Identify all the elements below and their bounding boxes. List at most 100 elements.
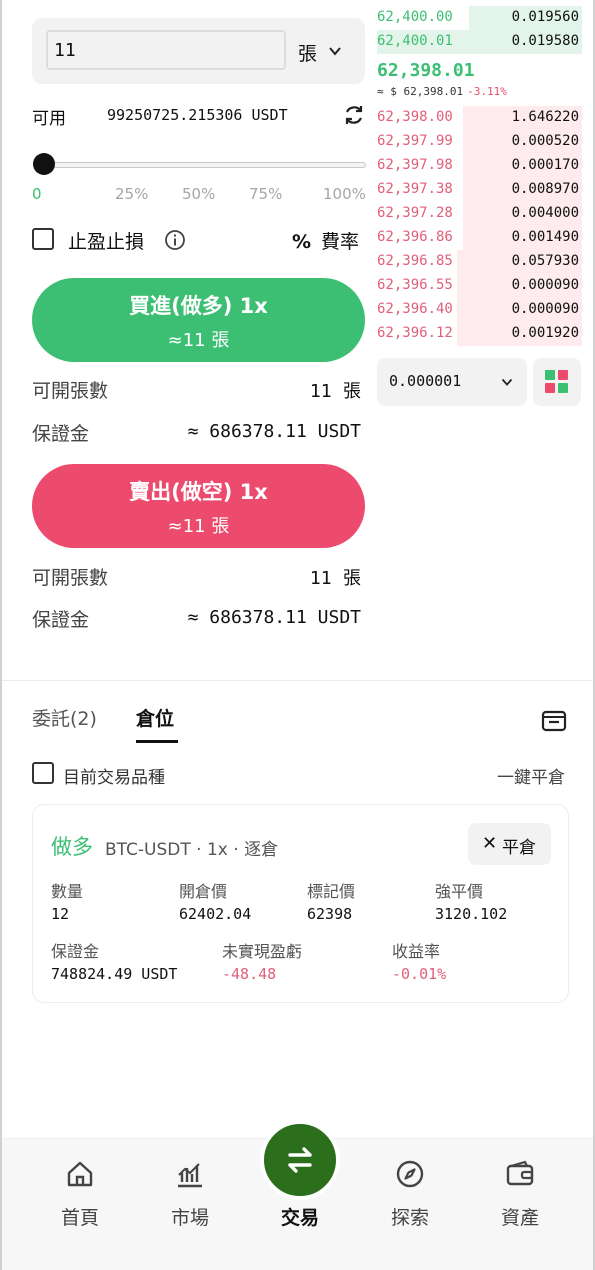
field-value: 62402.04 — [179, 905, 252, 923]
field-label: 未實現盈虧 — [222, 942, 303, 961]
tpsl-label[interactable]: 止盈止損 — [68, 227, 144, 254]
ask-size: 0.008970 — [511, 181, 579, 197]
order-book-layout-button[interactable] — [533, 358, 581, 406]
slider-mark-50[interactable]: 50% — [182, 185, 215, 203]
current-symbol-checkbox[interactable] — [32, 762, 54, 784]
quantity-input[interactable] — [46, 30, 286, 70]
nav-assets[interactable]: 資產 — [480, 1159, 560, 1230]
position-card: 做多 BTC-USDT · 1x · 逐倉 ✕ 平倉 數量 12 開倉價 624… — [32, 804, 569, 1003]
order-book-ask-row[interactable]: 62,397.28 0.004000 — [377, 202, 582, 226]
available-value: 99250725.215306 USDT — [107, 106, 288, 124]
order-book-bid-row[interactable]: 62,400.01 0.019580 — [377, 30, 582, 54]
nav-market-label: 市場 — [170, 1207, 209, 1229]
order-book-ask-row[interactable]: 62,397.99 0.000520 — [377, 130, 582, 154]
buy-long-button[interactable]: 買進(做多) 1x ≈11 張 — [32, 278, 365, 362]
buy-long-subtitle: ≈11 張 — [167, 330, 230, 351]
current-symbol-label[interactable]: 目前交易品種 — [63, 763, 165, 788]
nav-market[interactable]: 市場 — [150, 1159, 230, 1230]
order-book-ask-row[interactable]: 62,396.85 0.057930 — [377, 250, 582, 274]
leverage-slider-handle[interactable] — [33, 153, 55, 175]
ask-size: 0.000170 — [511, 157, 579, 173]
tab-positions[interactable]: 倉位 — [136, 704, 174, 731]
slider-mark-100[interactable]: 100% — [323, 185, 366, 203]
field-value: -48.48 — [222, 965, 277, 983]
bid-size: 0.019580 — [511, 33, 579, 49]
order-book-ask-row[interactable]: 62,396.86 0.001490 — [377, 226, 582, 250]
field-value: -0.01% — [392, 965, 447, 983]
nav-home[interactable]: 首頁 — [40, 1159, 120, 1230]
ask-price: 62,397.99 — [377, 133, 453, 149]
field-value: 3120.102 — [435, 905, 508, 923]
price-change: -3.11% — [467, 85, 507, 98]
buy-margin-label: 保證金 — [32, 423, 90, 445]
field-label: 強平價 — [435, 882, 484, 901]
close-position-button[interactable]: ✕ 平倉 — [468, 823, 551, 865]
nav-assets-label: 資產 — [500, 1207, 539, 1229]
field-label: 保證金 — [51, 942, 100, 961]
sell-openable-label: 可開張數 — [32, 567, 109, 589]
ask-size: 0.004000 — [511, 205, 579, 221]
available-label: 可用 — [32, 109, 66, 129]
ask-size: 0.000090 — [511, 301, 579, 317]
nav-trade-label: 交易 — [280, 1207, 319, 1229]
order-book-ask-row[interactable]: 62,397.98 0.000170 — [377, 154, 582, 178]
order-book-ask-row[interactable]: 62,398.00 1.646220 — [377, 106, 582, 130]
tpsl-checkbox[interactable] — [32, 228, 54, 250]
wallet-icon — [506, 1160, 534, 1186]
order-book-ask-row[interactable]: 62,396.40 0.000090 — [377, 298, 582, 322]
active-tab-indicator — [136, 740, 178, 743]
history-wallet-icon[interactable] — [541, 708, 567, 734]
ask-size: 1.646220 — [511, 109, 579, 125]
last-price-usd: ≈ $ 62,398.01 -3.11% — [377, 85, 507, 98]
refresh-icon[interactable] — [342, 103, 366, 127]
order-book-ask-row[interactable]: 62,397.38 0.008970 — [377, 178, 582, 202]
percent-icon: % — [292, 231, 312, 253]
leverage-slider-track[interactable] — [42, 162, 366, 168]
buy-openable-value: 11 張 — [309, 381, 361, 402]
buy-long-title: 買進(做多) 1x — [129, 294, 268, 318]
ask-price: 62,396.12 — [377, 325, 453, 341]
ask-price: 62,396.40 — [377, 301, 453, 317]
ask-size: 0.001920 — [511, 325, 579, 341]
slider-mark-0[interactable]: 0 — [32, 185, 42, 203]
trade-center-button[interactable] — [260, 1120, 340, 1200]
sell-short-title: 賣出(做空) 1x — [129, 480, 268, 504]
ask-price: 62,398.00 — [377, 109, 453, 125]
sell-short-subtitle: ≈11 張 — [167, 516, 230, 537]
close-icon: ✕ — [482, 833, 498, 854]
tab-orders[interactable]: 委託(2) — [32, 704, 97, 731]
ask-price: 62,396.86 — [377, 229, 453, 245]
field-value: 12 — [51, 905, 70, 923]
slider-mark-25[interactable]: 25% — [115, 185, 148, 203]
field-value: 62398 — [307, 905, 353, 923]
order-book-ask-row[interactable]: 62,396.12 0.001920 — [377, 322, 582, 346]
ask-size: 0.001490 — [511, 229, 579, 245]
order-book-ask-row[interactable]: 62,396.55 0.000090 — [377, 274, 582, 298]
quantity-unit: 張 — [298, 43, 318, 65]
buy-openable-label: 可開張數 — [32, 380, 109, 402]
nav-explore[interactable]: 探索 — [370, 1159, 450, 1230]
sell-openable-value: 11 張 — [309, 568, 361, 589]
slider-mark-75[interactable]: 75% — [249, 185, 282, 203]
sell-short-button[interactable]: 賣出(做空) 1x ≈11 張 — [32, 464, 365, 548]
bid-price: 62,400.01 — [377, 33, 453, 49]
field-label: 收益率 — [392, 942, 441, 961]
buy-margin-value: ≈ 686378.11 USDT — [187, 421, 361, 442]
sell-margin-value: ≈ 686378.11 USDT — [187, 607, 361, 628]
trade-screen: 張 可用 99250725.215306 USDT 0 25% 50% 75% … — [0, 0, 595, 1270]
precision-select[interactable]: 0.000001 — [377, 358, 527, 406]
position-symbol: BTC-USDT · 1x · 逐倉 — [105, 840, 279, 860]
info-icon[interactable] — [164, 229, 186, 251]
chevron-down-icon[interactable] — [328, 44, 342, 58]
sell-margin-label: 保證金 — [32, 609, 90, 631]
fee-rate-button[interactable]: % 費率 — [292, 227, 359, 254]
ask-size: 0.000090 — [511, 277, 579, 293]
section-divider — [2, 680, 593, 681]
bid-price: 62,400.00 — [377, 9, 453, 25]
close-all-button[interactable]: 一鍵平倉 — [497, 763, 565, 788]
field-label: 開倉價 — [179, 882, 228, 901]
order-book-bid-row[interactable]: 62,400.00 0.019560 — [377, 6, 582, 30]
quantity-input-box[interactable]: 張 — [32, 18, 365, 84]
ask-size: 0.057930 — [511, 253, 579, 269]
ask-price: 62,396.55 — [377, 277, 453, 293]
